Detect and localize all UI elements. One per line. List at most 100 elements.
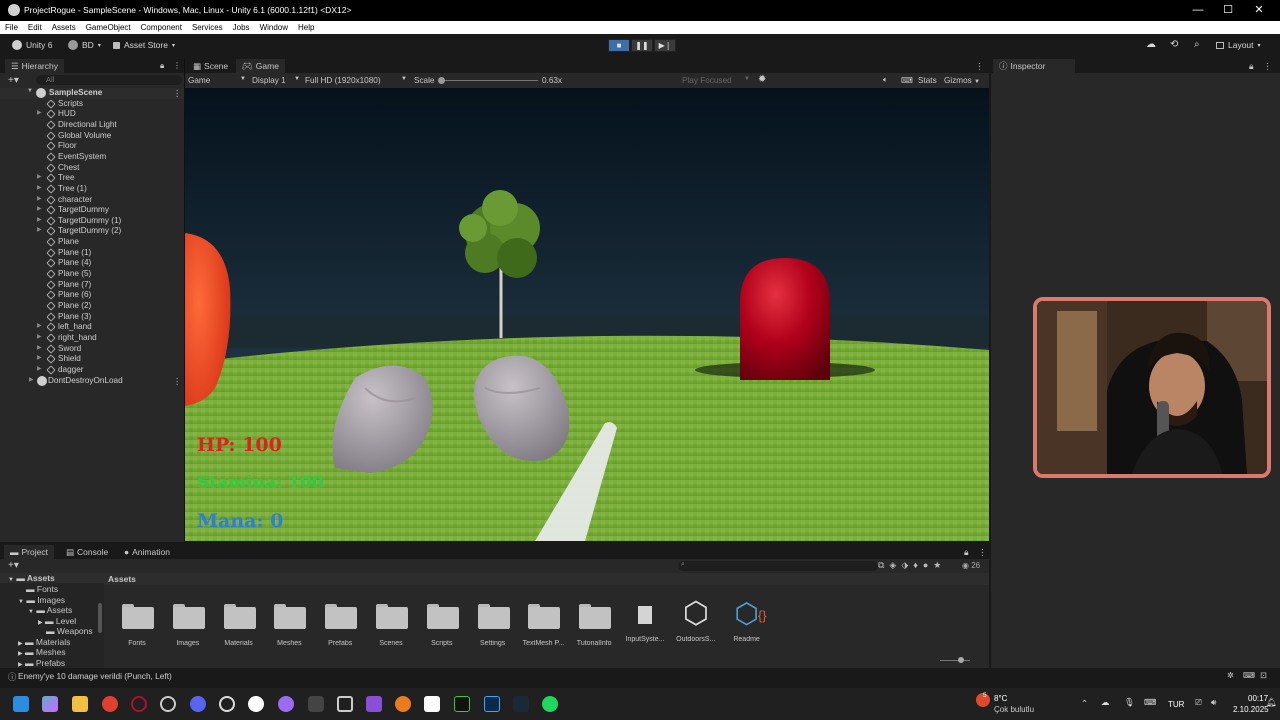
icon-size-slider[interactable] xyxy=(940,660,970,661)
tree-item-fonts[interactable]: ▬ Fonts xyxy=(26,584,58,594)
account-button[interactable]: BD ▾ xyxy=(68,40,101,50)
expand-arrow-icon[interactable]: ▶ xyxy=(37,184,42,191)
asset-item[interactable]: ⬡ OutdoorsS... xyxy=(671,598,721,644)
project-add-icon[interactable]: +▾ xyxy=(8,560,19,571)
asset-item[interactable]: Fonts xyxy=(112,598,162,647)
status-notify-icon[interactable]: ⊡ xyxy=(1260,670,1267,680)
maximize-button[interactable]: ☐ xyxy=(1213,2,1243,19)
expand-arrow-icon[interactable]: ▶ xyxy=(37,173,42,180)
tree-item-prefabs[interactable]: ▶ ▬ Prefabs xyxy=(18,658,65,668)
file-explorer-icon[interactable] xyxy=(72,696,88,712)
asset-item[interactable]: InputSyste... xyxy=(620,598,670,643)
tree-item-images-assets[interactable]: ▼ ▬ Assets xyxy=(28,605,72,615)
spotify-icon[interactable] xyxy=(542,696,558,712)
display-dropdown[interactable]: Display 1 ▼ xyxy=(252,76,300,85)
asset-item[interactable]: Meshes xyxy=(264,598,314,647)
status-message[interactable]: Enemy'ye 10 damage verildi (Punch, Left) xyxy=(18,671,172,681)
minimize-button[interactable]: — xyxy=(1183,2,1213,19)
cloud-icon[interactable]: ☁ xyxy=(1146,39,1156,50)
expand-arrow-icon[interactable]: ▶ xyxy=(37,226,42,233)
shortcut-icon[interactable]: ⌨ xyxy=(901,75,913,85)
play-focused-dropdown[interactable]: Play Focused ▼ xyxy=(682,76,750,85)
tree-item-meshes[interactable]: ▶ ▬ Meshes xyxy=(18,647,66,657)
opera-icon[interactable] xyxy=(131,696,147,712)
mute-audio-icon[interactable]: 🔈︎ xyxy=(883,75,888,85)
clock-date[interactable]: 2.10.2025 xyxy=(1233,705,1269,714)
blender-icon[interactable] xyxy=(395,696,411,712)
stats-button[interactable]: Stats xyxy=(918,76,937,85)
menu-assets[interactable]: Assets xyxy=(47,23,81,32)
discord-icon[interactable] xyxy=(190,696,206,712)
tray-expand-icon[interactable]: ⌃ xyxy=(1081,698,1088,709)
network-icon[interactable]: ⎚ xyxy=(1195,697,1202,708)
expand-arrow-icon[interactable]: ▶ xyxy=(37,216,42,223)
menu-window[interactable]: Window xyxy=(255,23,293,32)
inspector-kebab-icon[interactable]: ⋮ xyxy=(1263,61,1272,72)
lock-icon[interactable]: 🔒︎ xyxy=(160,61,164,71)
volume-icon[interactable]: 🔊︎ xyxy=(1211,697,1216,708)
add-icon[interactable]: +▾ xyxy=(8,75,19,86)
unity-editor-icon[interactable] xyxy=(337,696,353,712)
breadcrumb[interactable]: Assets xyxy=(104,573,989,585)
expand-arrow-icon[interactable]: ▶ xyxy=(37,354,42,361)
windows-start-icon[interactable] xyxy=(13,696,29,712)
unity-hub-icon[interactable] xyxy=(308,696,324,712)
expand-arrow-icon[interactable]: ▶ xyxy=(37,205,42,212)
asset-store-button[interactable]: Asset Store ▾ xyxy=(113,40,175,50)
view-kebab-icon[interactable]: ⋮ xyxy=(975,61,984,72)
dontdestroy-row[interactable]: ▶ DontDestroyOnLoad ⋮ xyxy=(0,375,184,387)
debug-icon[interactable]: ✲ xyxy=(1227,670,1234,680)
tree-item-images[interactable]: ▼ ▬ Images xyxy=(18,595,65,605)
pycharm-icon[interactable] xyxy=(454,696,470,712)
language-indicator[interactable]: TUR xyxy=(1168,700,1184,709)
chrome-icon[interactable] xyxy=(102,696,118,712)
game-viewport[interactable]: HP: 100 Stamina: 100 Mana: 0 xyxy=(185,88,989,541)
tree-scrollbar[interactable] xyxy=(98,603,102,633)
media-icon[interactable] xyxy=(424,696,440,712)
resolution-dropdown[interactable]: Full HD (1920x1080) ▼ xyxy=(305,76,407,85)
keyboard-icon[interactable]: ⌨ xyxy=(1144,697,1156,708)
close-button[interactable]: ✕ xyxy=(1244,2,1274,19)
menu-component[interactable]: Component xyxy=(136,23,187,32)
tree-item-weapons[interactable]: ▬ Weapons xyxy=(46,626,93,636)
sun-icon[interactable]: ✹ xyxy=(758,74,766,85)
asset-item[interactable]: TutorialInfo xyxy=(569,598,619,647)
tab-game[interactable]: 🎮︎ Game xyxy=(236,59,285,73)
asset-item[interactable]: TextMesh P... xyxy=(518,598,568,647)
inspector-lock-icon[interactable]: 🔒︎ xyxy=(1249,61,1254,72)
tab-animation[interactable]: ● Animation xyxy=(118,545,176,559)
expand-arrow-icon[interactable]: ▶ xyxy=(37,109,42,116)
tree-item-materials[interactable]: ▶ ▬ Materials xyxy=(18,637,70,647)
expand-arrow-icon[interactable]: ▼ xyxy=(27,88,33,94)
project-kebab-icon[interactable]: ⋮ xyxy=(978,547,987,558)
dontdestroy-menu-icon[interactable]: ⋮ xyxy=(173,376,181,386)
github-desktop-icon[interactable] xyxy=(278,696,294,712)
asset-item[interactable]: Prefabs xyxy=(315,598,365,647)
asset-item[interactable]: Scripts xyxy=(417,598,467,647)
asset-item[interactable]: Scenes xyxy=(366,598,416,647)
menu-edit[interactable]: Edit xyxy=(23,23,47,32)
expand-arrow-icon[interactable]: ▶ xyxy=(37,195,42,202)
status-shortcut-icon[interactable]: ⌨ xyxy=(1243,670,1255,680)
layout-dropdown[interactable]: Layout ▾ xyxy=(1216,40,1261,50)
stop-button[interactable]: ■ xyxy=(608,39,630,52)
asset-item[interactable]: ⬡{} Readme xyxy=(722,598,772,643)
history-icon[interactable]: ⟲ xyxy=(1170,39,1178,50)
scene-menu-icon[interactable]: ⋮ xyxy=(173,88,181,98)
menu-services[interactable]: Services xyxy=(187,23,228,32)
app-icon[interactable] xyxy=(219,696,235,712)
scene-row[interactable]: ▼ SampleScene ⋮ xyxy=(0,88,184,99)
pause-button[interactable]: ❚❚ xyxy=(631,39,653,52)
tab-project[interactable]: ▬ Project xyxy=(4,545,54,559)
photoshop-icon[interactable] xyxy=(484,696,500,712)
tab-scene[interactable]: ▦ Scene xyxy=(187,59,234,73)
tab-hierarchy[interactable]: ☰ Hierarchy xyxy=(5,59,64,73)
expand-arrow-icon[interactable]: ▶ xyxy=(29,376,34,383)
expand-arrow-icon[interactable]: ▶ xyxy=(37,333,42,340)
project-search-input[interactable]: ⌕ xyxy=(678,561,878,571)
menu-help[interactable]: Help xyxy=(293,23,319,32)
hierarchy-search-input[interactable]: All xyxy=(36,75,182,85)
unity-version-button[interactable]: Unity 6 xyxy=(12,40,52,50)
menu-file[interactable]: File xyxy=(0,23,23,32)
asset-item[interactable]: Images xyxy=(163,598,213,647)
